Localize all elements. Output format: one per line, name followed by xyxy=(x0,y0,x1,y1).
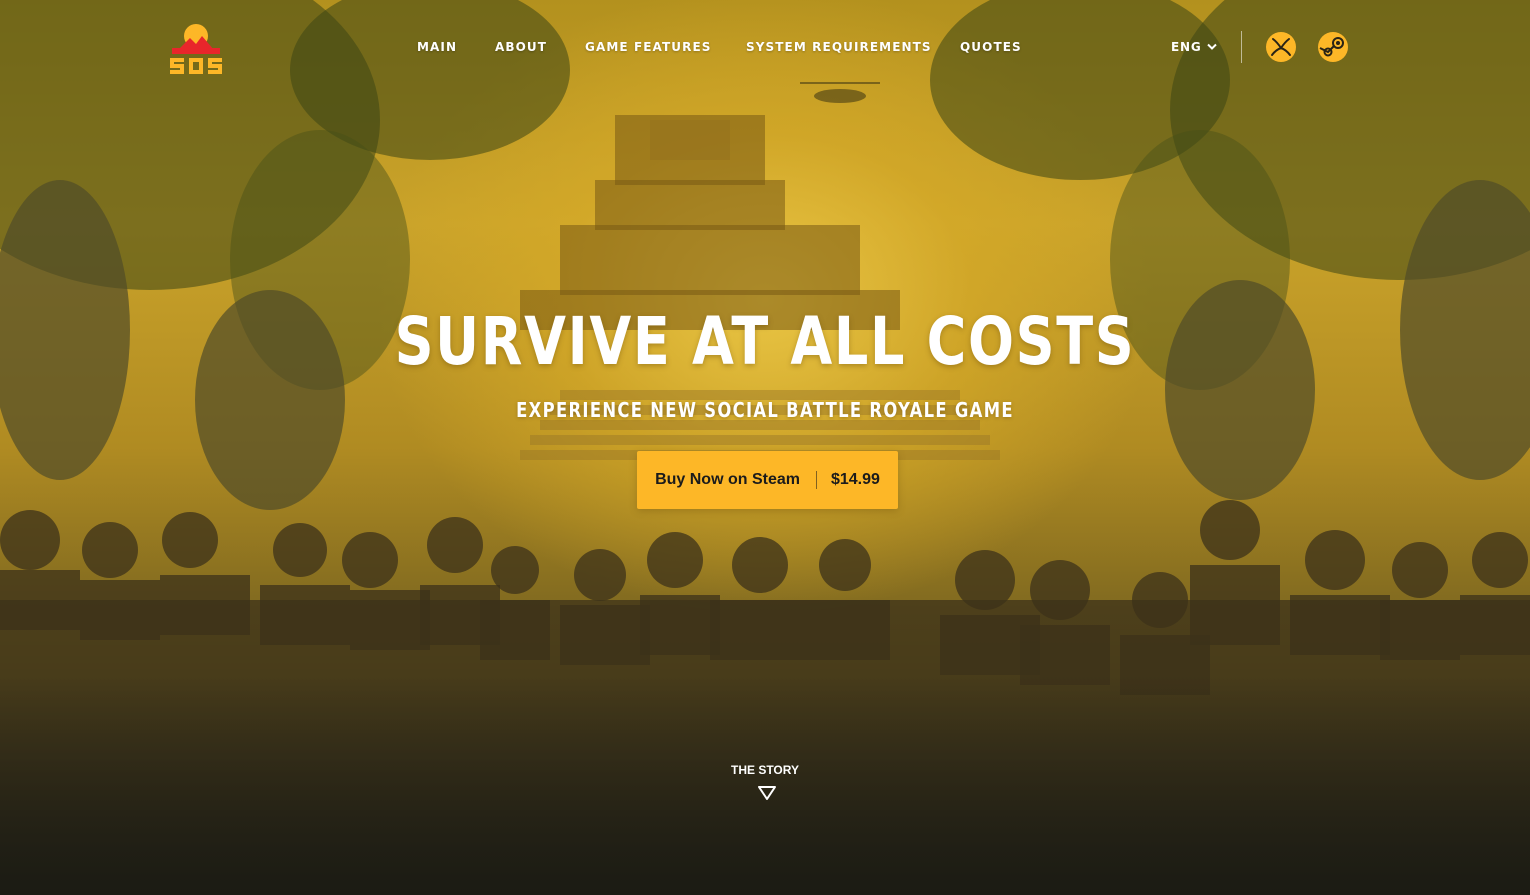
buy-button-label: Buy Now on Steam xyxy=(655,471,800,488)
nav-item-game-features[interactable]: GAME FEATURES xyxy=(585,40,712,54)
triangle-down-icon[interactable] xyxy=(757,785,777,801)
buy-now-steam-button[interactable]: Buy Now on Steam $14.99 xyxy=(637,451,898,509)
hero-section: MAIN ABOUT GAME FEATURES SYSTEM REQUIREM… xyxy=(0,0,1530,895)
language-selector[interactable]: ENG xyxy=(1171,40,1217,54)
language-label: ENG xyxy=(1171,40,1202,54)
chevron-down-icon xyxy=(1206,43,1217,50)
sos-logo[interactable] xyxy=(168,20,224,76)
nav-item-main[interactable]: MAIN xyxy=(417,40,457,54)
buy-button-divider xyxy=(815,471,817,489)
hero-subheadline: EXPERIENCE NEW SOCIAL BATTLE ROYALE GAME xyxy=(516,398,1014,422)
hero-headline: SURVIVE AT ALL COSTS xyxy=(394,303,1136,380)
xbox-icon[interactable] xyxy=(1265,31,1297,63)
nav-item-about[interactable]: ABOUT xyxy=(495,40,547,54)
nav-item-system-requirements[interactable]: SYSTEM REQUIREMENTS xyxy=(746,40,932,54)
buy-button-price: $14.99 xyxy=(830,471,880,488)
hero-background-art xyxy=(0,0,1530,895)
steam-icon[interactable] xyxy=(1317,31,1349,63)
header-divider xyxy=(1241,31,1242,63)
nav-item-quotes[interactable]: QUOTES xyxy=(960,40,1022,54)
the-story-link[interactable]: THE STORY xyxy=(0,763,1530,777)
